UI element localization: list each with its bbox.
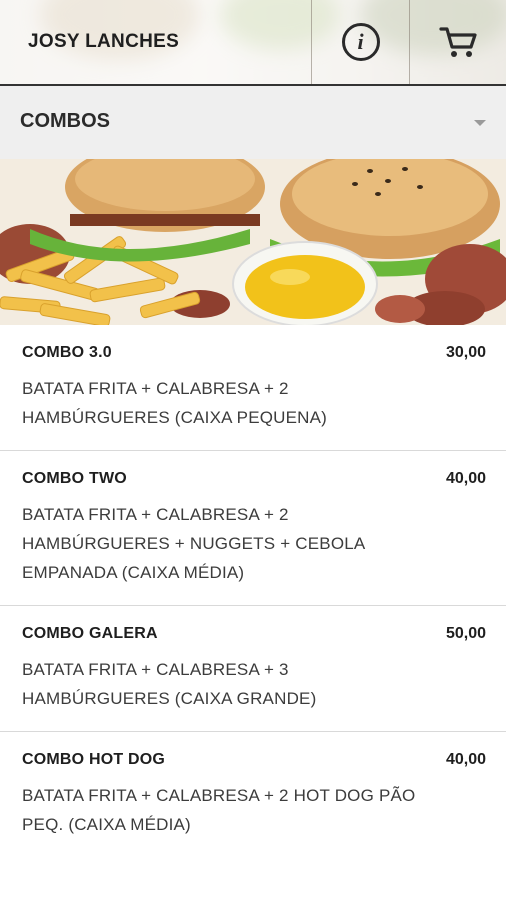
info-button[interactable]: i bbox=[312, 0, 409, 84]
app-title: JOSY LANCHES bbox=[28, 31, 180, 52]
list-item[interactable]: COMBO TWO 40,00 BATATA FRITA + CALABRESA… bbox=[0, 451, 506, 606]
product-name: COMBO HOT DOG bbox=[22, 751, 166, 768]
product-price: 40,00 bbox=[445, 751, 486, 768]
product-price: 50,00 bbox=[445, 625, 486, 642]
product-description: BATATA FRITA + CALABRESA + 2 HAMBÚRGUERE… bbox=[22, 379, 328, 427]
product-price: 40,00 bbox=[445, 470, 486, 487]
product-list: COMBO 3.0 30,00 BATATA FRITA + CALABRESA… bbox=[0, 325, 506, 857]
chevron-down-icon bbox=[474, 120, 486, 126]
list-item[interactable]: COMBO 3.0 30,00 BATATA FRITA + CALABRESA… bbox=[0, 325, 506, 451]
product-name: COMBO TWO bbox=[22, 470, 127, 487]
app-header: JOSY LANCHES i bbox=[0, 0, 506, 86]
product-description: BATATA FRITA + CALABRESA + 2 HAMBÚRGUERE… bbox=[22, 505, 365, 582]
cart-button[interactable] bbox=[410, 0, 506, 84]
product-description: BATATA FRITA + CALABRESA + 2 HOT DOG PÃO… bbox=[22, 786, 416, 834]
product-description: BATATA FRITA + CALABRESA + 3 HAMBÚRGUERE… bbox=[22, 660, 317, 708]
info-icon: i bbox=[341, 23, 380, 61]
list-item[interactable]: COMBO HOT DOG 40,00 BATATA FRITA + CALAB… bbox=[0, 732, 506, 857]
category-dropdown[interactable]: COMBOS bbox=[0, 86, 506, 159]
product-name: COMBO GALERA bbox=[22, 625, 158, 642]
category-banner-image bbox=[0, 159, 506, 325]
cart-icon bbox=[439, 27, 477, 57]
combo-burgers-fries-photo bbox=[0, 159, 506, 325]
product-name: COMBO 3.0 bbox=[22, 344, 112, 361]
product-price: 30,00 bbox=[445, 344, 486, 361]
list-item[interactable]: COMBO GALERA 50,00 BATATA FRITA + CALABR… bbox=[0, 606, 506, 732]
category-label: COMBOS bbox=[20, 110, 110, 132]
